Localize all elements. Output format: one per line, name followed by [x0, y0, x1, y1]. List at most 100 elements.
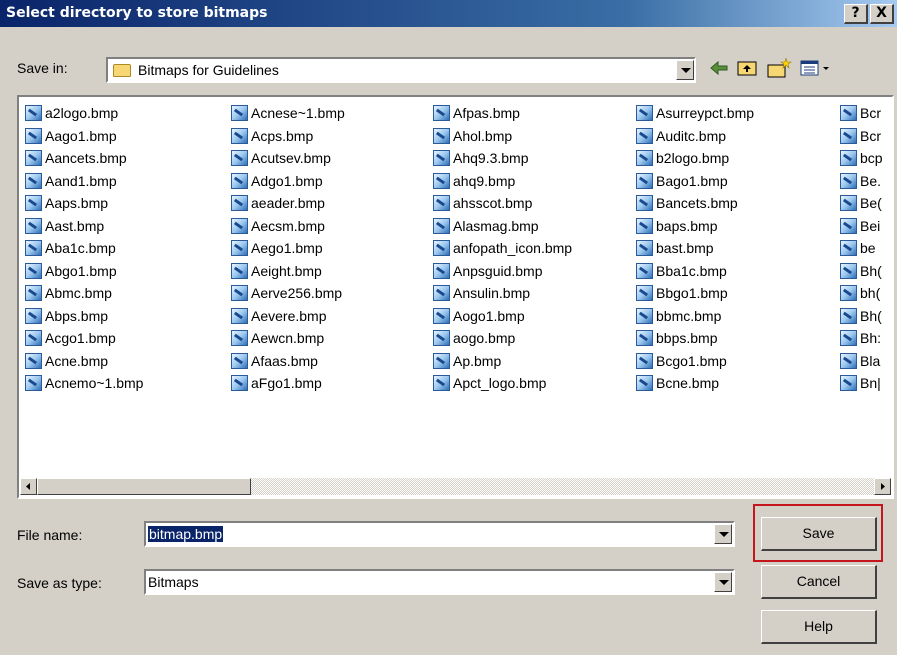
- scroll-left-button[interactable]: [20, 478, 37, 495]
- bitmap-file-icon: [433, 307, 450, 324]
- file-name: ahsscot.bmp: [453, 195, 533, 211]
- bitmap-file-icon: [231, 330, 248, 346]
- file-item[interactable]: Bn|: [840, 374, 890, 393]
- window-title: Select directory to store bitmaps: [6, 5, 268, 21]
- save-in-dropdown-arrow[interactable]: [676, 60, 694, 80]
- bitmap-file-icon: [636, 172, 653, 189]
- file-list[interactable]: a2logo.bmp Aago1.bmp Aancets.bmp Aand1.bmp A…: [17, 95, 894, 497]
- save-as-type-label: Save as type:: [17, 575, 102, 591]
- file-name: ahq9.bmp: [453, 172, 516, 189]
- file-name: Alasmag.bmp: [453, 217, 539, 234]
- file-item[interactable]: Be.: [840, 172, 890, 191]
- up-folder-icon[interactable]: [736, 56, 758, 80]
- file-name: bh(: [860, 285, 881, 301]
- bitmap-file-icon: [25, 150, 42, 166]
- file-name-dropdown-arrow[interactable]: [714, 524, 732, 544]
- file-name-label: File name:: [17, 527, 83, 543]
- help-title-button[interactable]: ?: [844, 4, 868, 24]
- bitmap-file-icon: [840, 127, 857, 144]
- file-name: Ansulin.bmp: [453, 285, 531, 301]
- cancel-button[interactable]: Cancel: [761, 565, 877, 599]
- file-item[interactable]: Be(: [840, 194, 890, 213]
- save-button[interactable]: Save: [761, 517, 877, 551]
- file-item[interactable]: Bh:: [840, 329, 890, 348]
- file-name: b2logo.bmp: [656, 150, 730, 166]
- bitmap-file-icon: [636, 150, 653, 166]
- views-menu-icon[interactable]: [800, 56, 834, 80]
- bitmap-file-icon: [636, 105, 653, 121]
- back-arrow-icon[interactable]: [708, 56, 730, 80]
- file-item[interactable]: Bh(: [840, 262, 890, 281]
- save-in-label: Save in:: [17, 60, 68, 76]
- file-name: bbmc.bmp: [656, 307, 722, 324]
- bitmap-file-icon: [231, 285, 248, 301]
- bitmap-file-icon: [636, 330, 653, 346]
- bitmap-file-icon: [433, 195, 450, 211]
- horizontal-scrollbar[interactable]: [20, 478, 891, 497]
- file-item[interactable]: bcp: [840, 149, 890, 168]
- file-name: Aast.bmp: [45, 217, 105, 234]
- save-as-type-value: Bitmaps: [148, 574, 199, 590]
- file-name: Bn|: [860, 375, 881, 391]
- file-item[interactable]: Bei: [840, 217, 890, 236]
- close-button[interactable]: X: [870, 4, 894, 24]
- bitmap-file-icon: [433, 172, 450, 189]
- file-name: Aancets.bmp: [45, 150, 127, 166]
- file-name: aogo.bmp: [453, 330, 516, 346]
- file-name: Aeight.bmp: [251, 262, 322, 279]
- chevron-right-icon: [881, 483, 885, 490]
- bitmap-file-icon: [231, 262, 248, 279]
- bitmap-file-icon: [433, 352, 450, 369]
- file-name: Bancets.bmp: [656, 195, 738, 211]
- bitmap-file-icon: [231, 375, 248, 391]
- file-name: Bago1.bmp: [656, 172, 728, 189]
- file-name-input[interactable]: bitmap.bmp: [144, 521, 735, 547]
- file-name: Aand1.bmp: [45, 172, 117, 189]
- file-name: Aago1.bmp: [45, 127, 117, 144]
- bitmap-file-icon: [840, 352, 857, 369]
- file-item[interactable]: Bcr: [840, 127, 890, 146]
- file-name: Bcr: [860, 105, 881, 121]
- help-button[interactable]: Help: [761, 610, 877, 644]
- file-name: Anpsguid.bmp: [453, 262, 543, 279]
- bitmap-file-icon: [840, 217, 857, 234]
- file-item[interactable]: Bla: [840, 352, 890, 371]
- file-item[interactable]: Bh(: [840, 307, 890, 326]
- scroll-right-button[interactable]: [874, 478, 891, 495]
- save-as-type-dropdown-arrow[interactable]: [714, 572, 732, 592]
- scroll-thumb[interactable]: [37, 478, 251, 495]
- bitmap-file-icon: [636, 307, 653, 324]
- save-in-dropdown[interactable]: Bitmaps for Guidelines: [106, 57, 696, 83]
- file-name: Bh(: [860, 262, 882, 279]
- file-name: Bh:: [860, 330, 882, 346]
- new-folder-icon[interactable]: [766, 56, 792, 80]
- bitmap-file-icon: [636, 127, 653, 144]
- file-name: Aaps.bmp: [45, 195, 109, 211]
- bitmap-file-icon: [433, 127, 450, 144]
- bitmap-file-icon: [25, 105, 42, 121]
- file-name: aeader.bmp: [251, 195, 325, 211]
- bitmap-file-icon: [636, 285, 653, 301]
- save-as-type-dropdown[interactable]: Bitmaps: [144, 569, 735, 595]
- bitmap-file-icon: [25, 375, 42, 391]
- file-name: Bh(: [860, 307, 882, 324]
- bitmap-file-icon: [840, 307, 857, 324]
- file-item[interactable]: Bcr: [840, 104, 890, 123]
- bitmap-file-icon: [840, 172, 857, 189]
- file-name: Acgo1.bmp: [45, 330, 116, 346]
- file-name: Aogo1.bmp: [453, 307, 525, 324]
- bitmap-file-icon: [636, 352, 653, 369]
- file-item[interactable]: bh(: [840, 284, 890, 303]
- file-name: Bcgo1.bmp: [656, 352, 727, 369]
- bitmap-file-icon: [25, 127, 42, 144]
- file-name: aFgo1.bmp: [251, 375, 322, 391]
- file-name: Asurreypct.bmp: [656, 105, 755, 121]
- bitmap-file-icon: [25, 217, 42, 234]
- file-item[interactable]: be: [840, 239, 890, 258]
- file-name: be: [860, 240, 876, 256]
- bitmap-file-icon: [25, 330, 42, 346]
- bitmap-file-icon: [840, 285, 857, 301]
- file-name: Acnese~1.bmp: [251, 105, 345, 121]
- bitmap-file-icon: [25, 352, 42, 369]
- file-name: Apct_logo.bmp: [453, 375, 547, 391]
